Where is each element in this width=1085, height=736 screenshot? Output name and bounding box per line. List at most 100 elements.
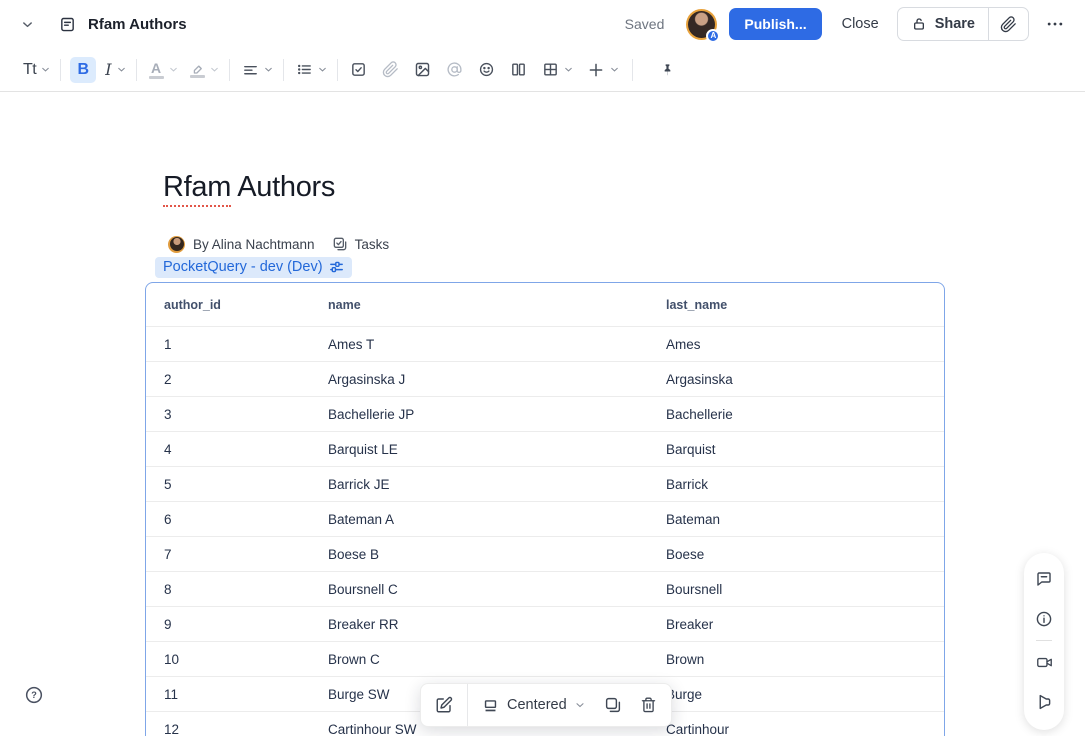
document-icon [59, 16, 76, 33]
attachment-button[interactable] [379, 58, 402, 81]
cell-name: Argasinska J [310, 372, 648, 387]
user-avatar[interactable]: A [686, 9, 717, 40]
cell-author-id: 6 [146, 512, 310, 527]
toolbar-divider [229, 59, 230, 81]
italic-button[interactable]: I [102, 57, 114, 82]
table-button[interactable] [539, 58, 562, 81]
table-row[interactable]: 3 Bachellerie JP Bachellerie [146, 396, 944, 431]
emoji-button[interactable] [475, 58, 498, 81]
chevron-down-icon[interactable] [317, 64, 328, 75]
font-color-icon: A [149, 61, 164, 79]
bold-button[interactable]: B [70, 57, 96, 83]
chevron-down-icon [168, 64, 179, 75]
svg-text:?: ? [31, 690, 37, 700]
chevron-down-icon[interactable] [563, 64, 574, 75]
edit-block-button[interactable] [433, 694, 455, 716]
bullet-list-icon [296, 61, 313, 78]
comment-bubble-icon [1035, 570, 1053, 588]
cell-name: Bachellerie JP [310, 407, 648, 422]
table-row[interactable]: 4 Barquist LE Barquist [146, 431, 944, 466]
alignment-menu-button[interactable]: Centered [480, 695, 588, 716]
announcements-button[interactable] [1035, 690, 1053, 714]
share-button[interactable]: Share [898, 8, 988, 40]
duplicate-button[interactable] [602, 694, 624, 716]
comments-button[interactable] [1035, 567, 1053, 591]
toolbar-divider [632, 59, 633, 81]
page-title[interactable]: Rfam Authors [163, 168, 1085, 206]
spellcheck-word: Rfam [163, 171, 231, 207]
pin-icon [660, 62, 675, 78]
table-header-row: author_idnamelast_name [146, 283, 944, 326]
chevron-down-icon[interactable] [116, 64, 127, 75]
top-bar: Rfam Authors Saved A Publish... Close Sh… [0, 0, 1085, 48]
pin-toolbar-button[interactable] [657, 59, 678, 81]
publish-button[interactable]: Publish... [729, 8, 821, 40]
cell-author-id: 7 [146, 547, 310, 562]
cell-author-id: 8 [146, 582, 310, 597]
paperclip-icon [382, 61, 399, 78]
checkbox-icon [350, 61, 367, 78]
toolbar-divider [136, 59, 137, 81]
video-button[interactable] [1035, 650, 1054, 674]
text-style-label: Tt [23, 61, 36, 79]
at-mention-icon [446, 61, 463, 78]
toolbar-divider [467, 684, 468, 726]
italic-label: I [105, 60, 111, 79]
table-row[interactable]: 6 Bateman A Bateman [146, 501, 944, 536]
share-label: Share [935, 16, 975, 32]
table-row[interactable]: 1 Ames T Ames [146, 326, 944, 361]
table-row[interactable]: 8 Boursnell C Boursnell [146, 571, 944, 606]
list-button[interactable] [293, 58, 316, 81]
cell-author-id: 5 [146, 477, 310, 492]
mention-button[interactable] [443, 58, 466, 81]
chip-row: PocketQuery - dev (Dev) [155, 257, 1085, 278]
cell-author-id: 3 [146, 407, 310, 422]
block-toolbar: Centered [420, 683, 672, 727]
chevron-down-icon [574, 699, 586, 711]
chevron-down-icon[interactable] [263, 64, 274, 75]
pocketquery-chip[interactable]: PocketQuery - dev (Dev) [155, 257, 352, 278]
query-results-table[interactable]: author_idnamelast_name 1 Ames T Ames 2 A… [145, 282, 945, 736]
columns-button[interactable] [507, 58, 530, 81]
megaphone-icon [1035, 693, 1053, 711]
copy-link-button[interactable] [988, 8, 1028, 40]
highlight-button[interactable] [187, 59, 208, 81]
byline-row: By Alina Nachtmann Tasks [168, 234, 1085, 254]
centered-block-icon [482, 697, 499, 714]
formatting-toolbar: Tt B I A [0, 48, 1085, 92]
saved-status: Saved [625, 16, 665, 32]
checkbox-button[interactable] [347, 58, 370, 81]
collapse-chevron-icon[interactable] [20, 17, 35, 32]
right-rail [1024, 553, 1064, 730]
cell-last-name: Burge [648, 687, 944, 702]
table-row[interactable]: 9 Breaker RR Breaker [146, 606, 944, 641]
close-button[interactable]: Close [842, 16, 879, 32]
cell-last-name: Boursnell [648, 582, 944, 597]
alignment-label: Centered [507, 697, 567, 713]
more-options-button[interactable] [1041, 10, 1069, 38]
info-circle-icon [1035, 610, 1053, 628]
table-row[interactable]: 7 Boese B Boese [146, 536, 944, 571]
delete-button[interactable] [638, 694, 659, 716]
tasks-link[interactable]: Tasks [332, 236, 390, 252]
help-button[interactable]: ? [24, 685, 44, 705]
table-row[interactable]: 10 Brown C Brown [146, 641, 944, 676]
align-button[interactable] [239, 58, 262, 81]
cell-author-id: 4 [146, 442, 310, 457]
table-row[interactable]: 2 Argasinska J Argasinska [146, 361, 944, 396]
text-style-button[interactable]: Tt [20, 58, 39, 82]
cell-name: Barquist LE [310, 442, 648, 457]
info-button[interactable] [1035, 607, 1053, 631]
image-button[interactable] [411, 58, 434, 81]
table-row[interactable]: 5 Barrick JE Barrick [146, 466, 944, 501]
chevron-down-icon[interactable] [609, 64, 620, 75]
page-title-rest: Authors [231, 171, 335, 203]
cell-last-name: Argasinska [648, 372, 944, 387]
tasks-check-icon [332, 236, 348, 252]
cell-last-name: Bateman [648, 512, 944, 527]
chevron-down-icon[interactable] [40, 64, 51, 75]
tasks-label: Tasks [355, 237, 390, 252]
insert-button[interactable] [584, 58, 608, 82]
author-avatar [168, 236, 185, 253]
font-color-button[interactable]: A [146, 58, 167, 82]
